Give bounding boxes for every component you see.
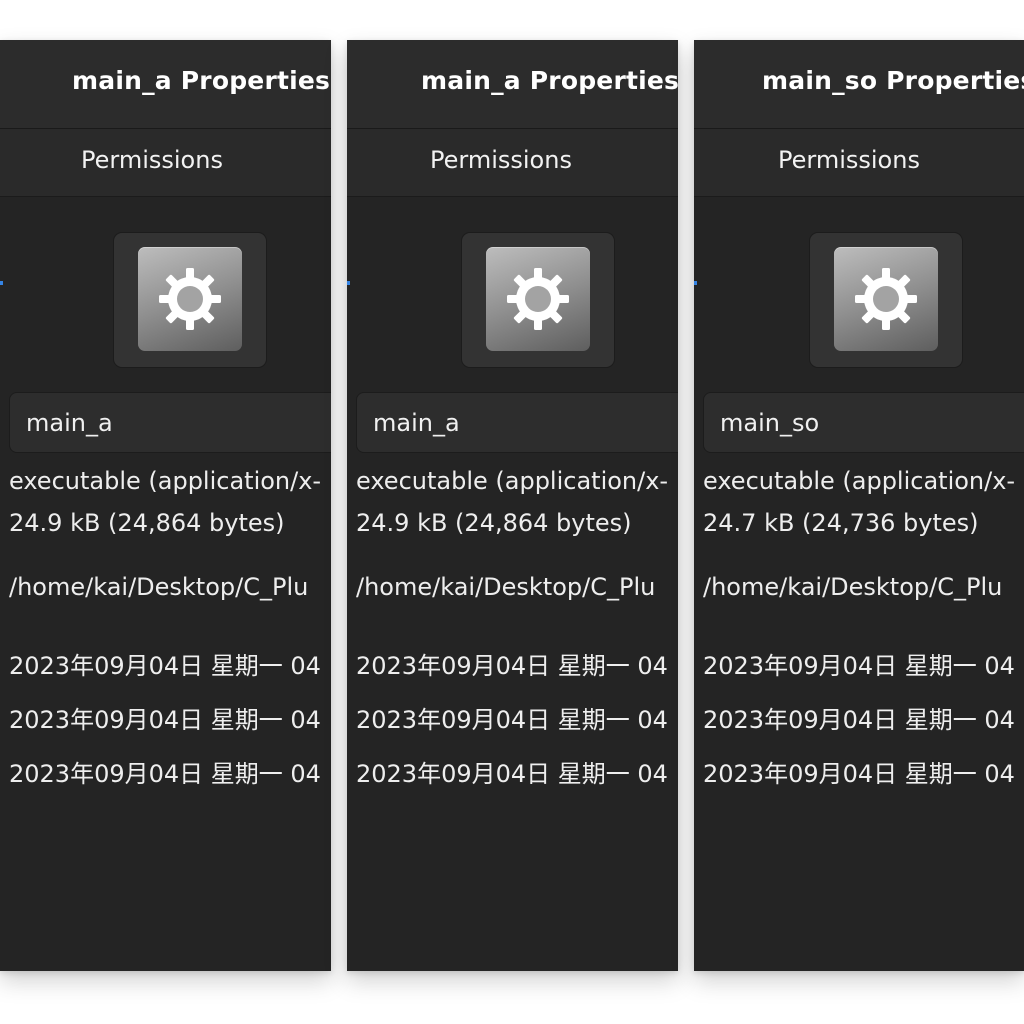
tab-permissions[interactable]: Permissions [81,146,223,174]
file-type-text: executable (application/x- [9,467,322,495]
window-title: main_a Properties [421,66,678,95]
properties-window-main-so: main_so Properties Permissions main_so e… [694,40,1024,971]
file-path-link[interactable]: /home/kai/Desktop/C_Plu [703,573,1002,601]
date-modified: 2023年09月04日 星期一 04 [703,706,1015,734]
file-icon-button[interactable] [113,232,267,368]
file-name-field[interactable]: main_a [9,392,331,453]
tab-indicator [347,281,350,285]
gear-icon [834,247,938,351]
date-accessed: 2023年09月04日 星期一 04 [9,760,321,788]
window-header: main_a Properties [0,40,331,129]
properties-window-main-a-copy: main_a Properties Permissions main_a exe… [347,40,678,971]
file-path-link[interactable]: /home/kai/Desktop/C_Plu [9,573,308,601]
file-size-text: 24.7 kB (24,736 bytes) [703,509,979,537]
date-created: 2023年09月04日 星期一 04 [9,652,321,680]
tab-permissions[interactable]: Permissions [430,146,572,174]
file-type-text: executable (application/x- [703,467,1016,495]
tab-bar: Permissions [694,129,1024,285]
gear-icon [486,247,590,351]
properties-window-main-a: main_a Properties Permissions main_a exe… [0,40,331,971]
file-size-text: 24.9 kB (24,864 bytes) [356,509,632,537]
date-modified: 2023年09月04日 星期一 04 [9,706,321,734]
file-name-field[interactable]: main_so [703,392,1024,453]
file-path-link[interactable]: /home/kai/Desktop/C_Plu [356,573,655,601]
gear-icon [138,247,242,351]
tab-permissions[interactable]: Permissions [778,146,920,174]
screenshot-stage: main_a Properties Permissions main_a exe… [0,0,1024,1024]
date-accessed: 2023年09月04日 星期一 04 [703,760,1015,788]
tab-bar: Permissions [0,129,331,285]
file-icon-button[interactable] [809,232,963,368]
date-created: 2023年09月04日 星期一 04 [356,652,668,680]
date-modified: 2023年09月04日 星期一 04 [356,706,668,734]
window-header: main_a Properties [347,40,678,129]
gear-icon-glyph [159,268,221,330]
tab-indicator [694,281,697,285]
file-size-text: 24.9 kB (24,864 bytes) [9,509,285,537]
gear-icon-glyph [507,268,569,330]
file-icon-button[interactable] [461,232,615,368]
window-title: main_a Properties [72,66,331,95]
tab-bar: Permissions [347,129,678,285]
gear-icon-glyph [855,268,917,330]
date-accessed: 2023年09月04日 星期一 04 [356,760,668,788]
date-created: 2023年09月04日 星期一 04 [703,652,1015,680]
window-header: main_so Properties [694,40,1024,129]
window-title: main_so Properties [762,66,1024,95]
tab-indicator [0,281,3,285]
file-type-text: executable (application/x- [356,467,669,495]
file-name-field[interactable]: main_a [356,392,678,453]
